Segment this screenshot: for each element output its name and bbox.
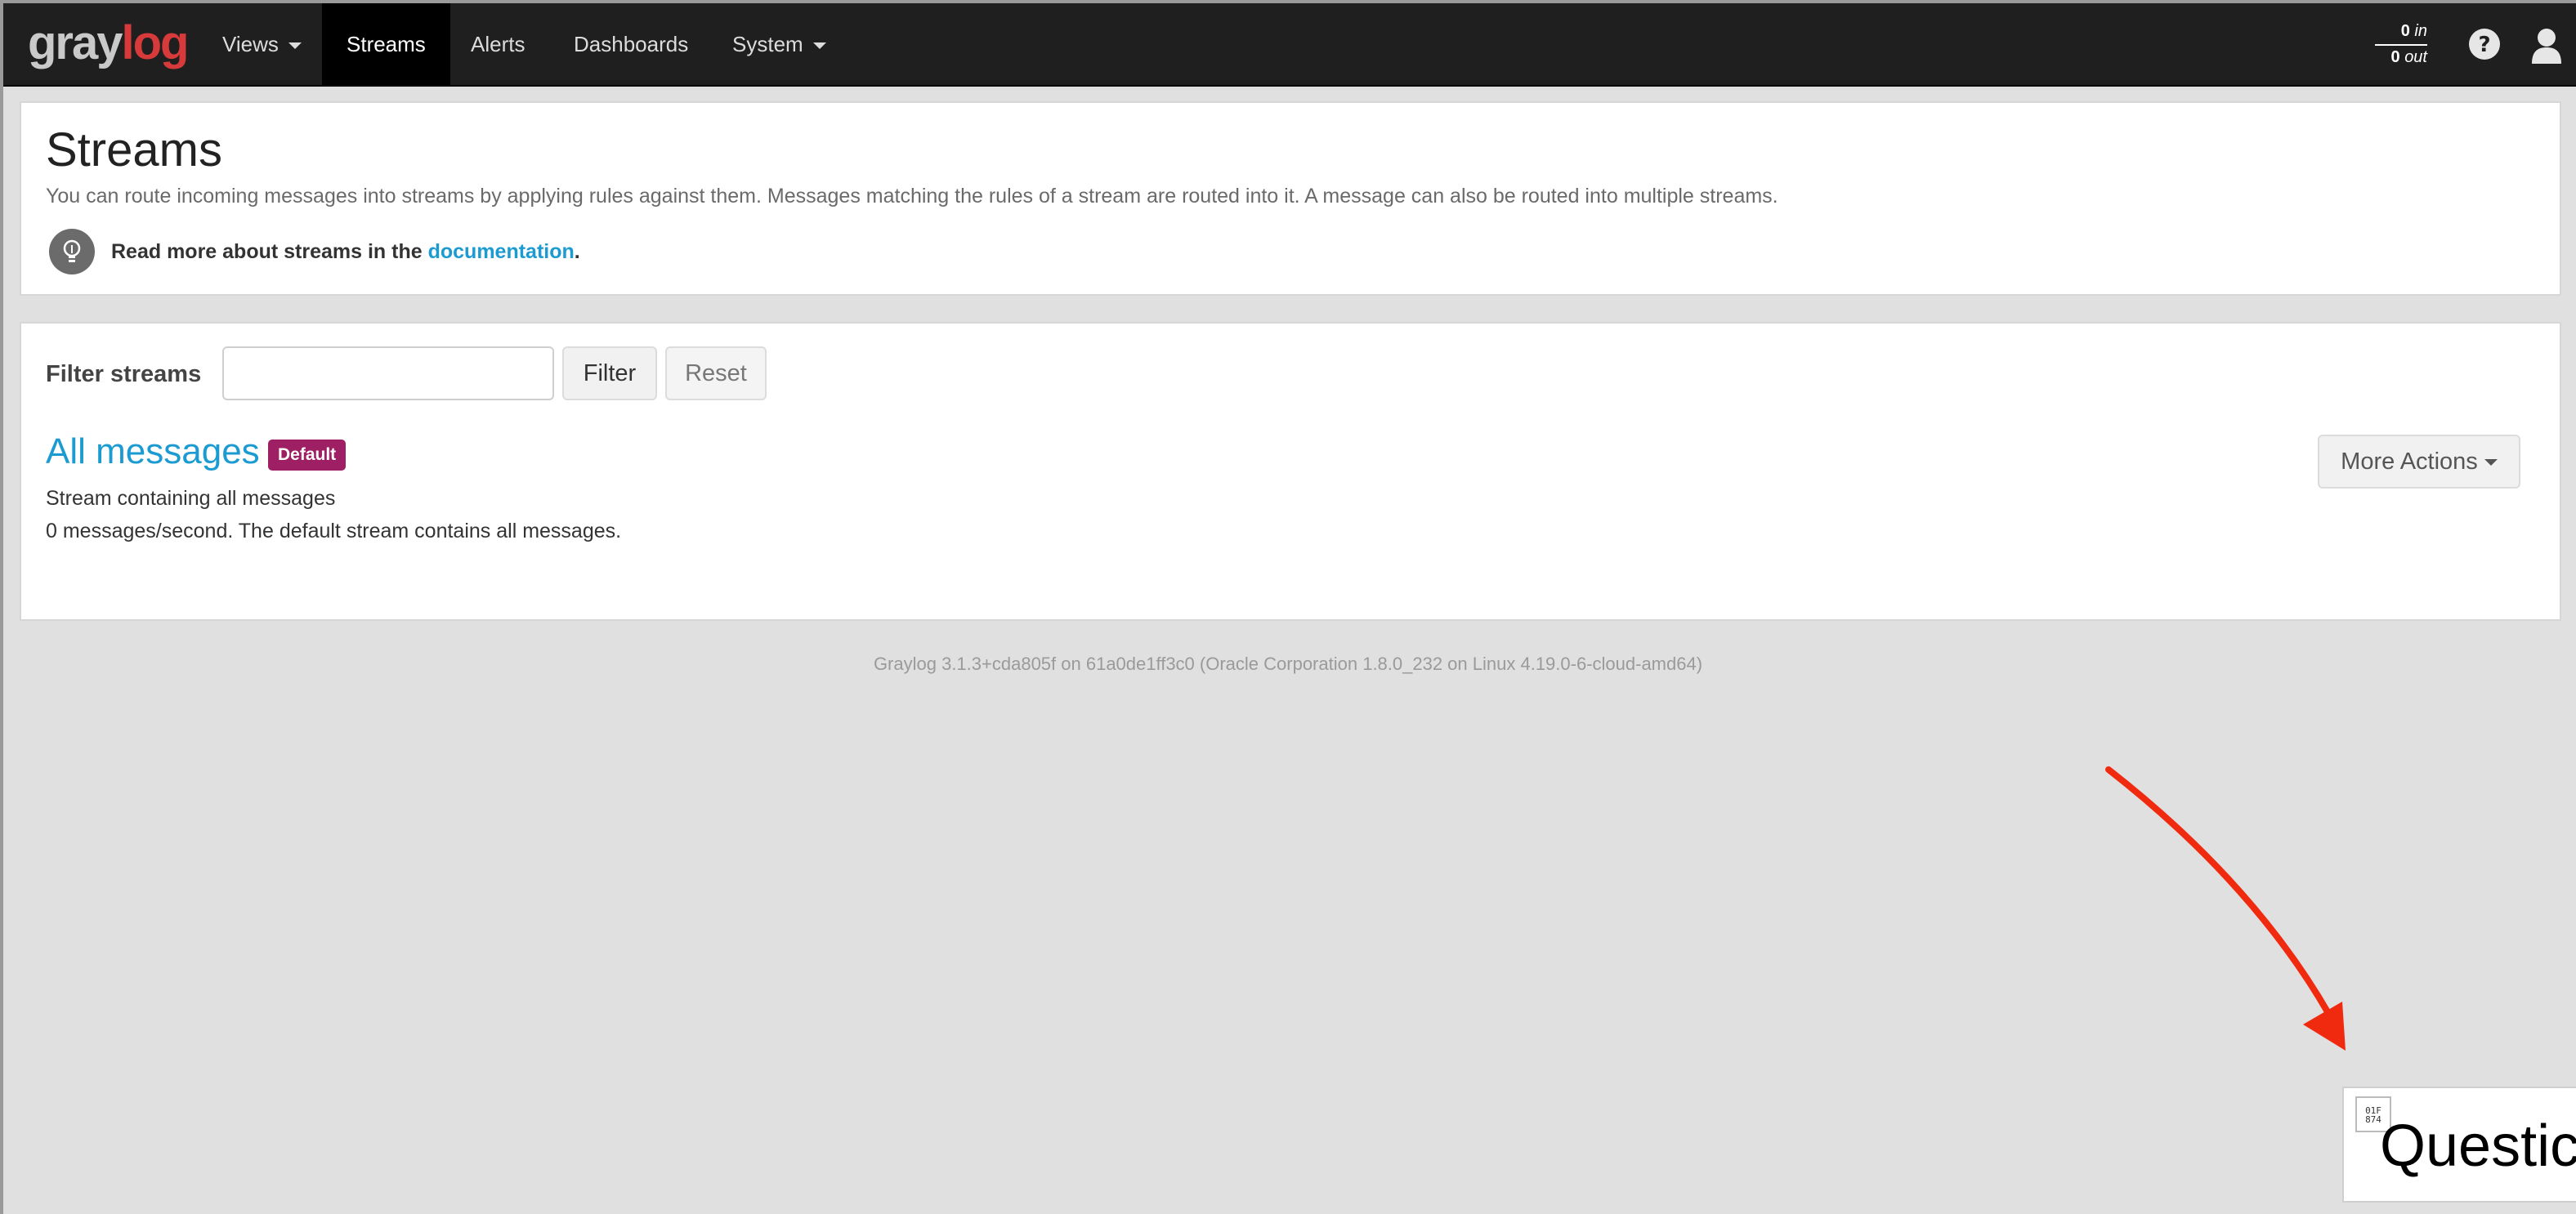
throughput-out-value: 0 bbox=[2390, 48, 2400, 66]
throughput-in-value: 0 bbox=[2400, 22, 2410, 40]
more-actions-label: More Actions bbox=[2341, 449, 2478, 475]
help-icon[interactable]: ? bbox=[2468, 28, 2501, 60]
page-header-panel: Streams You can route incoming messages … bbox=[20, 101, 2561, 296]
more-actions-button[interactable]: More Actions bbox=[2318, 435, 2520, 489]
throughput-in-label: in bbox=[2414, 22, 2427, 40]
lightbulb-icon bbox=[49, 229, 95, 274]
user-icon[interactable] bbox=[2530, 28, 2563, 64]
logo-text-gray: gray bbox=[28, 16, 123, 69]
annotation-arrow bbox=[2105, 766, 2346, 1051]
version-footer: Graylog 3.1.3+cda805f on 61a0de1ff3c0 (O… bbox=[873, 654, 1703, 674]
top-navbar: graylog Views Streams Alerts Dashboards … bbox=[3, 3, 2576, 87]
nav-views[interactable]: Views bbox=[198, 3, 326, 85]
logo-text-red: log bbox=[121, 16, 190, 69]
nav-alerts-label: Alerts bbox=[471, 32, 525, 56]
nav-views-label: Views bbox=[222, 32, 279, 56]
graylog-logo[interactable]: graylog bbox=[28, 15, 190, 72]
nav-dashboards-label: Dashboards bbox=[574, 32, 689, 56]
stream-description: Stream containing all messages bbox=[46, 487, 336, 510]
doc-hint-prefix: Read more about streams in the bbox=[111, 240, 428, 263]
stream-throughput-text: 0 messages/second. The default stream co… bbox=[46, 520, 622, 542]
documentation-link[interactable]: documentation bbox=[428, 240, 575, 263]
question-popup[interactable]: 01F 874 Questic bbox=[2342, 1087, 2576, 1203]
page-description: You can route incoming messages into str… bbox=[46, 185, 1778, 208]
svg-text:?: ? bbox=[2478, 33, 2490, 57]
page-title: Streams bbox=[46, 123, 222, 176]
filter-button[interactable]: Filter bbox=[562, 346, 657, 400]
nav-system[interactable]: System bbox=[708, 3, 851, 85]
chevron-down-icon bbox=[2484, 459, 2498, 466]
nav-dashboards[interactable]: Dashboards bbox=[549, 3, 713, 85]
question-text: Questic bbox=[2380, 1114, 2576, 1179]
filter-streams-label: Filter streams bbox=[46, 361, 202, 387]
throughput-out-label: out bbox=[2404, 48, 2427, 66]
streams-list-panel: Filter streams Filter Reset All messages… bbox=[20, 322, 2561, 621]
doc-hint-suffix: . bbox=[574, 240, 580, 263]
throughput-out: 0 out bbox=[2375, 46, 2428, 69]
reset-button[interactable]: Reset bbox=[665, 346, 767, 400]
chevron-down-icon bbox=[288, 42, 302, 50]
default-badge: Default bbox=[268, 440, 347, 471]
filter-streams-input[interactable] bbox=[222, 346, 554, 400]
documentation-hint: Read more about streams in the documenta… bbox=[111, 240, 580, 264]
chevron-down-icon bbox=[812, 42, 826, 50]
nav-alerts[interactable]: Alerts bbox=[446, 3, 549, 85]
nav-streams[interactable]: Streams bbox=[322, 3, 450, 85]
stream-title-link[interactable]: All messages bbox=[46, 431, 260, 472]
nav-streams-label: Streams bbox=[347, 32, 426, 56]
nav-system-label: System bbox=[732, 32, 803, 56]
throughput-indicator[interactable]: 0 in 0 out bbox=[2375, 20, 2427, 69]
throughput-in: 0 in bbox=[2375, 20, 2427, 46]
